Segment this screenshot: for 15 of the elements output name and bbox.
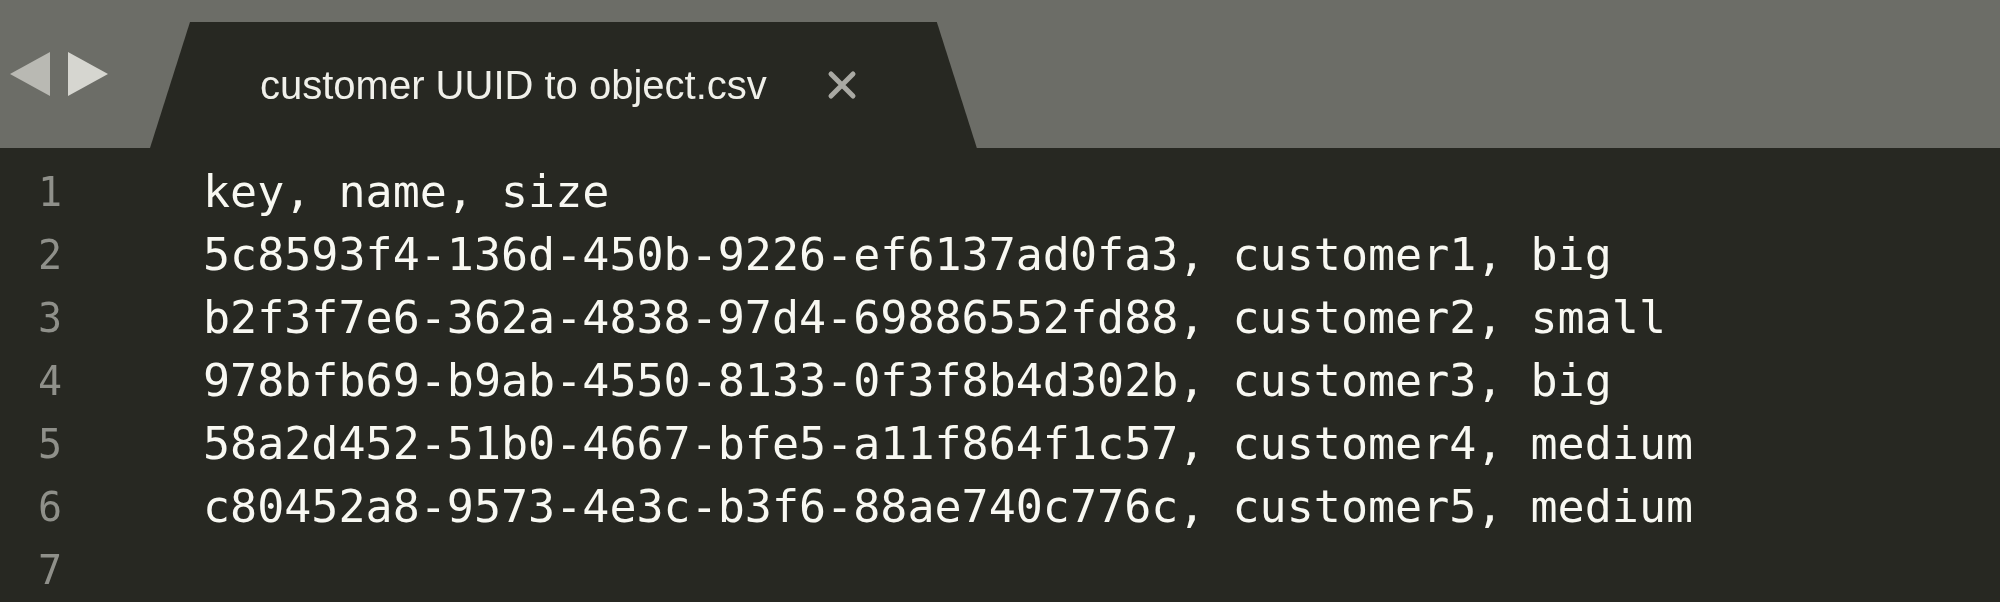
line-number: 7: [36, 545, 64, 595]
line-number: 3: [36, 293, 64, 343]
line-number: 4: [36, 356, 64, 406]
line-number: 6: [36, 482, 64, 532]
code-line: 5c8593f4-136d-450b-9226-ef6137ad0fa3, customer1, big: [203, 226, 1612, 283]
line-number: 2: [36, 230, 64, 280]
code-line: 58a2d452-51b0-4667-bfe5-a11f864f1c57, customer4, medium: [203, 415, 1694, 472]
line-number: 5: [36, 419, 64, 469]
file-tab[interactable]: customer UUID to object.csv: [150, 22, 977, 148]
line-number: 1: [36, 167, 64, 217]
code-line: c80452a8-9573-4e3c-b3f6-88ae740c776c, customer5, medium: [203, 478, 1694, 535]
code-line: key, name, size: [203, 163, 610, 220]
code-line: b2f3f7e6-362a-4838-97d4-69886552fd88, customer2, small: [203, 289, 1666, 346]
close-icon[interactable]: [826, 70, 857, 100]
code-line: 978bfb69-b9ab-4550-8133-0f3f8b4d302b, customer3, big: [203, 352, 1612, 409]
